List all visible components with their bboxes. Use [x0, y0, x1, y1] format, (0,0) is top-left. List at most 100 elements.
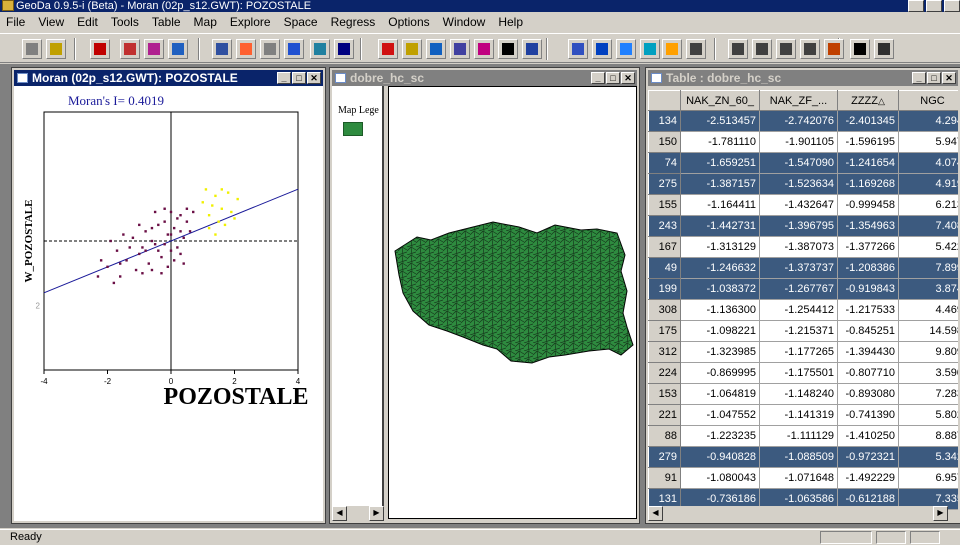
table-cell[interactable]: -1.410250 [837, 425, 899, 447]
table-cell[interactable]: -1.373737 [759, 257, 838, 279]
scroll-left-arrow-icon[interactable]: ◀ [332, 506, 347, 521]
data-point[interactable] [125, 259, 128, 262]
data-point[interactable] [153, 243, 157, 246]
data-point[interactable] [160, 255, 163, 259]
table-cell[interactable]: -1.064819 [680, 383, 760, 405]
legend-swatch[interactable] [343, 122, 363, 136]
table-scroll-left-icon[interactable]: ◀ [648, 506, 663, 521]
data-point[interactable] [179, 230, 182, 233]
data-point[interactable] [150, 226, 154, 230]
row-header[interactable]: 155 [648, 194, 681, 216]
open-project-icon[interactable] [46, 39, 66, 59]
std-dev-map-icon[interactable] [284, 39, 304, 59]
table-cell[interactable]: -0.845251 [837, 320, 899, 342]
report-icon[interactable] [874, 39, 894, 59]
legend-hscrollbar[interactable]: ◀ ▶ [332, 506, 384, 521]
table-cell[interactable]: 4.074 [898, 152, 958, 174]
data-point[interactable] [163, 243, 166, 246]
table-row[interactable]: 243-1.442731-1.396795-1.3549637.408 [648, 215, 958, 237]
table-cell[interactable]: -1.098221 [680, 320, 760, 342]
data-point[interactable] [138, 223, 141, 227]
weights-char-icon[interactable] [168, 39, 188, 59]
table-cell[interactable]: -2.742076 [759, 110, 838, 132]
menu-tools[interactable]: Tools [111, 15, 139, 29]
menu-window[interactable]: Window [443, 15, 486, 29]
table-row[interactable]: 155-1.164411-1.432647-0.9994586.213 [648, 194, 958, 216]
tile-vertical-icon[interactable] [752, 39, 772, 59]
table-cell[interactable]: 3.590 [898, 362, 958, 384]
table-window-titlebar[interactable]: Table : dobre_hc_sc _ □ ✕ [648, 70, 958, 86]
table-cell[interactable]: -1.396795 [759, 215, 838, 237]
table-cell[interactable]: 5.947 [898, 131, 958, 153]
table-cell[interactable]: 14.598 [898, 320, 958, 342]
data-point[interactable] [153, 210, 157, 214]
table-cell[interactable]: -1.177265 [759, 341, 838, 363]
weights-open-icon[interactable] [144, 39, 164, 59]
row-header[interactable]: 224 [648, 362, 681, 384]
data-point[interactable] [182, 236, 185, 239]
data-point[interactable] [185, 220, 189, 223]
table-cell[interactable]: -1.354963 [837, 215, 899, 237]
row-header[interactable]: 91 [648, 467, 681, 489]
data-point[interactable] [169, 233, 173, 236]
data-point[interactable] [115, 249, 119, 252]
table-cell[interactable]: 6.213 [898, 194, 958, 216]
table-cell[interactable]: 4.294 [898, 110, 958, 132]
table-cell[interactable]: -1.136300 [680, 299, 760, 321]
data-point[interactable] [150, 268, 154, 272]
menu-table[interactable]: Table [152, 15, 181, 29]
data-point[interactable] [207, 214, 211, 217]
eb-lisa-icon[interactable] [662, 39, 682, 59]
menu-options[interactable]: Options [388, 15, 429, 29]
table-row[interactable]: 275-1.387157-1.523634-1.1692684.919 [648, 173, 958, 195]
table-cell[interactable]: 7.899 [898, 257, 958, 279]
table-cell[interactable]: -1.267767 [759, 278, 838, 300]
data-point[interactable] [220, 188, 223, 191]
table-row[interactable]: 224-0.869995-1.175501-0.8077103.590 [648, 362, 958, 384]
table-cell[interactable]: -1.047552 [680, 404, 760, 426]
cascade-icon[interactable] [686, 39, 706, 59]
lisa-cluster-icon[interactable] [616, 39, 636, 59]
table-row[interactable]: 312-1.323985-1.177265-1.3944309.809 [648, 341, 958, 363]
table-cell[interactable]: -1.208386 [837, 257, 899, 279]
table-cell[interactable]: -1.169268 [837, 173, 899, 195]
data-point[interactable] [201, 201, 204, 204]
table-maximize-button[interactable]: □ [927, 72, 941, 84]
table-cell[interactable]: -0.940828 [680, 446, 760, 468]
menu-map[interactable]: Map [194, 15, 217, 29]
data-point[interactable] [128, 246, 131, 249]
table-cell[interactable]: -1.387157 [680, 173, 760, 195]
poland-choropleth-map[interactable] [389, 87, 636, 518]
table-cell[interactable]: 5.802 [898, 404, 958, 426]
data-point[interactable] [230, 210, 233, 214]
moran-minimize-button[interactable]: _ [277, 72, 291, 84]
row-header[interactable]: 150 [648, 131, 681, 153]
data-point[interactable] [211, 204, 214, 207]
table-cell[interactable]: -1.223235 [680, 425, 760, 447]
table-cell[interactable]: -1.659251 [680, 152, 760, 174]
table-cell[interactable]: 6.957 [898, 467, 958, 489]
moran-maximize-button[interactable]: □ [292, 72, 306, 84]
column-header[interactable]: NGC [898, 90, 958, 111]
table-row[interactable]: 49-1.246632-1.373737-1.2083867.899 [648, 257, 958, 279]
moran-window-titlebar[interactable]: Moran (02p_s12.GWT): POZOSTALE _ □ ✕ [14, 70, 323, 86]
table-cell[interactable]: -1.175501 [759, 362, 838, 384]
box-plot-icon[interactable] [426, 39, 446, 59]
data-point[interactable] [226, 191, 230, 194]
table-cell[interactable]: -0.972321 [837, 446, 899, 468]
table-cell[interactable]: -1.442731 [680, 215, 760, 237]
table-cell[interactable]: 5.422 [898, 236, 958, 258]
app-maximize-button[interactable] [926, 0, 942, 12]
table-cell[interactable]: -1.596195 [837, 131, 899, 153]
moran-scatter-icon[interactable] [522, 39, 542, 59]
data-point[interactable] [141, 272, 144, 275]
table-cell[interactable]: -1.394430 [837, 341, 899, 363]
table-cell[interactable]: -0.741390 [837, 404, 899, 426]
data-point[interactable] [157, 223, 160, 227]
menu-explore[interactable]: Explore [230, 15, 271, 29]
map-maximize-button[interactable]: □ [606, 72, 620, 84]
table-cell[interactable]: -0.999458 [837, 194, 899, 216]
row-header[interactable]: 175 [648, 320, 681, 342]
bivariate-moran-icon[interactable] [568, 39, 588, 59]
scroll-right-arrow-icon[interactable]: ▶ [369, 506, 384, 521]
